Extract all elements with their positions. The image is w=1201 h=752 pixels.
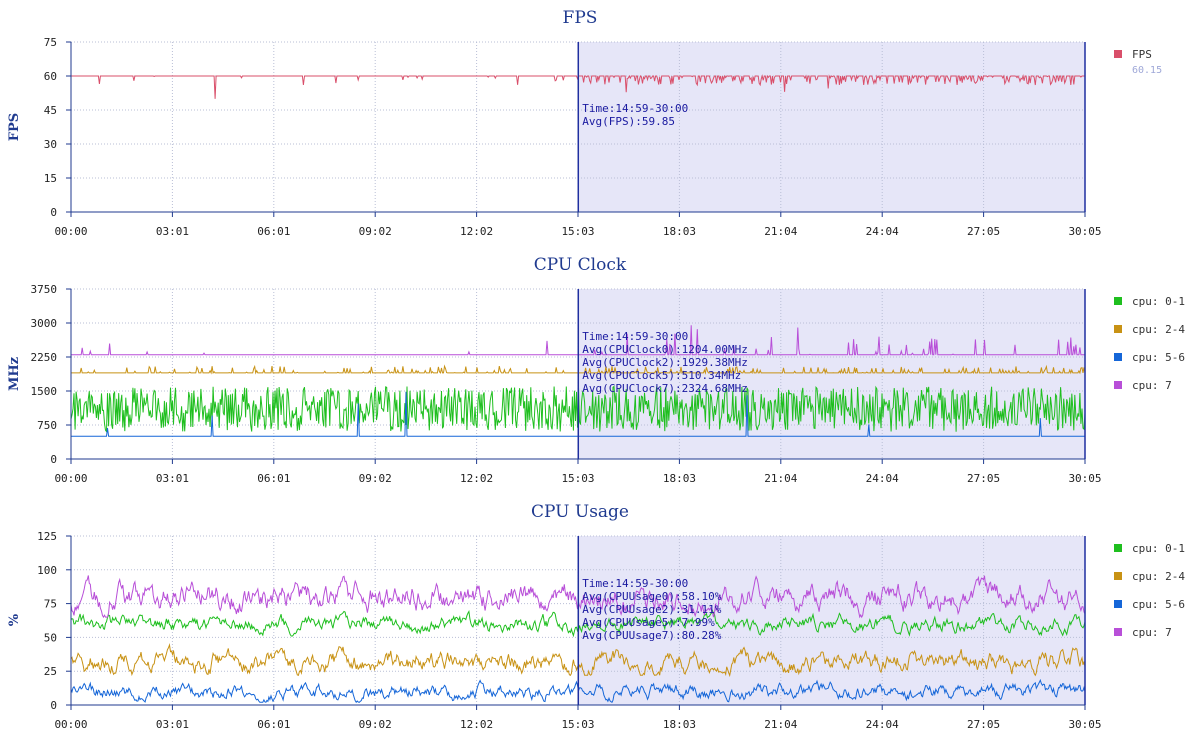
y-tick-label: 3000 <box>31 317 58 330</box>
legend-swatch[interactable] <box>1114 381 1122 389</box>
y-tick-label: 15 <box>44 172 57 185</box>
legend-swatch[interactable] <box>1114 353 1122 361</box>
legend-swatch[interactable] <box>1114 572 1122 580</box>
selection-annotation-line: Avg(CPUUsage0):58.10% <box>582 590 721 603</box>
selection-annotation-line: Time:14:59-30:00 <box>582 330 688 343</box>
x-tick-label: 27:05 <box>967 472 1000 485</box>
x-tick-label: 15:03 <box>561 718 594 731</box>
y-tick-label: 60 <box>44 70 57 83</box>
y-tick-label: 2250 <box>31 351 58 364</box>
selection-annotation-line: Avg(CPUUsage5):7.99% <box>582 616 715 629</box>
x-tick-label: 03:01 <box>156 225 189 238</box>
legend-item-label[interactable]: cpu: 7 <box>1132 379 1172 392</box>
y-tick-label: 75 <box>44 598 57 611</box>
x-tick-label: 12:02 <box>460 718 493 731</box>
y-tick-label: 25 <box>44 665 57 678</box>
chart-title: CPU Usage <box>531 502 629 522</box>
y-tick-label: 0 <box>50 699 57 712</box>
y-tick-label: 125 <box>37 530 57 543</box>
legend-item-label[interactable]: cpu: 0-1 <box>1132 542 1185 555</box>
x-tick-label: 27:05 <box>967 225 1000 238</box>
y-tick-label: 3750 <box>31 283 58 296</box>
x-tick-label: 18:03 <box>663 472 696 485</box>
x-tick-label: 21:04 <box>764 718 797 731</box>
x-tick-label: 09:02 <box>359 225 392 238</box>
x-tick-label: 15:03 <box>561 225 594 238</box>
legend-item-label[interactable]: cpu: 2-4 <box>1132 323 1185 336</box>
x-tick-label: 21:04 <box>764 225 797 238</box>
selection-annotation-line: Avg(CPUUsage7):80.28% <box>582 629 721 642</box>
selection-annotation-line: Avg(CPUUsage2):31.11% <box>582 603 721 616</box>
legend-swatch[interactable] <box>1114 325 1122 333</box>
y-tick-label: 750 <box>37 419 57 432</box>
y-axis-label: % <box>7 613 22 626</box>
legend-swatch[interactable] <box>1114 600 1122 608</box>
legend-item-value: 60.15 <box>1132 65 1162 76</box>
selection-annotation-line: Time:14:59-30:00 <box>582 102 688 115</box>
x-tick-label: 30:05 <box>1068 472 1101 485</box>
legend-item-label[interactable]: cpu: 5-6 <box>1132 598 1185 611</box>
x-tick-label: 24:04 <box>866 225 899 238</box>
legend-swatch[interactable] <box>1114 544 1122 552</box>
y-axis-label: MHz <box>7 357 22 391</box>
x-tick-label: 09:02 <box>359 718 392 731</box>
x-tick-label: 24:04 <box>866 472 899 485</box>
x-tick-label: 06:01 <box>257 718 290 731</box>
selection-annotation-line: Avg(CPUClock5):510.34MHz <box>582 369 741 382</box>
x-tick-label: 18:03 <box>663 225 696 238</box>
charts-svg: 0 15 30 45 60 75 00:00 03:01 06:01 09:02 12:02 15:0… <box>7 8 1185 731</box>
chart-panel-2: 0 25 50 75 100 125 00:00 03:01 06:01 09:02 12:02 15… <box>7 502 1185 731</box>
chart-title: CPU Clock <box>534 255 627 275</box>
y-tick-label: 30 <box>44 138 57 151</box>
selection-annotation-line: Avg(CPUClock2):1929.38MHz <box>582 356 748 369</box>
chart-panel-1: 0 750 1500 2250 3000 3750 00:00 03:01 06:01 09:02… <box>7 255 1185 485</box>
x-tick-label: 00:00 <box>54 225 87 238</box>
x-tick-label: 18:03 <box>663 718 696 731</box>
legend-swatch[interactable] <box>1114 50 1122 58</box>
legend-item-label[interactable]: cpu: 2-4 <box>1132 570 1185 583</box>
x-tick-label: 00:00 <box>54 472 87 485</box>
x-tick-label: 06:01 <box>257 472 290 485</box>
legend-item-label[interactable]: cpu: 0-1 <box>1132 295 1185 308</box>
x-tick-label: 09:02 <box>359 472 392 485</box>
x-tick-label: 27:05 <box>967 718 1000 731</box>
legend-swatch[interactable] <box>1114 297 1122 305</box>
legend-item-label[interactable]: cpu: 7 <box>1132 626 1172 639</box>
x-tick-label: 24:04 <box>866 718 899 731</box>
y-axis-label: FPS <box>7 113 22 141</box>
x-tick-label: 30:05 <box>1068 225 1101 238</box>
x-tick-label: 03:01 <box>156 718 189 731</box>
y-tick-label: 1500 <box>31 385 58 398</box>
selection-annotation-line: Avg(FPS):59.85 <box>582 115 675 128</box>
y-tick-label: 0 <box>50 206 57 219</box>
selection-annotation-line: Avg(CPUClock0):1204.00MHz <box>582 343 748 356</box>
chart-title: FPS <box>563 8 598 28</box>
chart-panel-0: 0 15 30 45 60 75 00:00 03:01 06:01 09:02 12:02 15:0… <box>7 8 1162 238</box>
y-tick-label: 75 <box>44 36 57 49</box>
x-tick-label: 06:01 <box>257 225 290 238</box>
y-tick-label: 100 <box>37 564 57 577</box>
selection-annotation-line: Avg(CPUClock7):2324.68MHz <box>582 382 748 395</box>
x-tick-label: 21:04 <box>764 472 797 485</box>
x-tick-label: 15:03 <box>561 472 594 485</box>
x-tick-label: 03:01 <box>156 472 189 485</box>
x-tick-label: 12:02 <box>460 225 493 238</box>
y-tick-label: 0 <box>50 453 57 466</box>
x-tick-label: 30:05 <box>1068 718 1101 731</box>
dashboard: 0 15 30 45 60 75 00:00 03:01 06:01 09:02 12:02 15:0… <box>0 0 1201 748</box>
y-tick-label: 50 <box>44 631 57 644</box>
selection-annotation-line: Time:14:59-30:00 <box>582 577 688 590</box>
legend-item-label[interactable]: FPS <box>1132 48 1152 61</box>
y-tick-label: 45 <box>44 104 57 117</box>
legend-item-label[interactable]: cpu: 5-6 <box>1132 351 1185 364</box>
legend-swatch[interactable] <box>1114 628 1122 636</box>
x-tick-label: 12:02 <box>460 472 493 485</box>
x-tick-label: 00:00 <box>54 718 87 731</box>
